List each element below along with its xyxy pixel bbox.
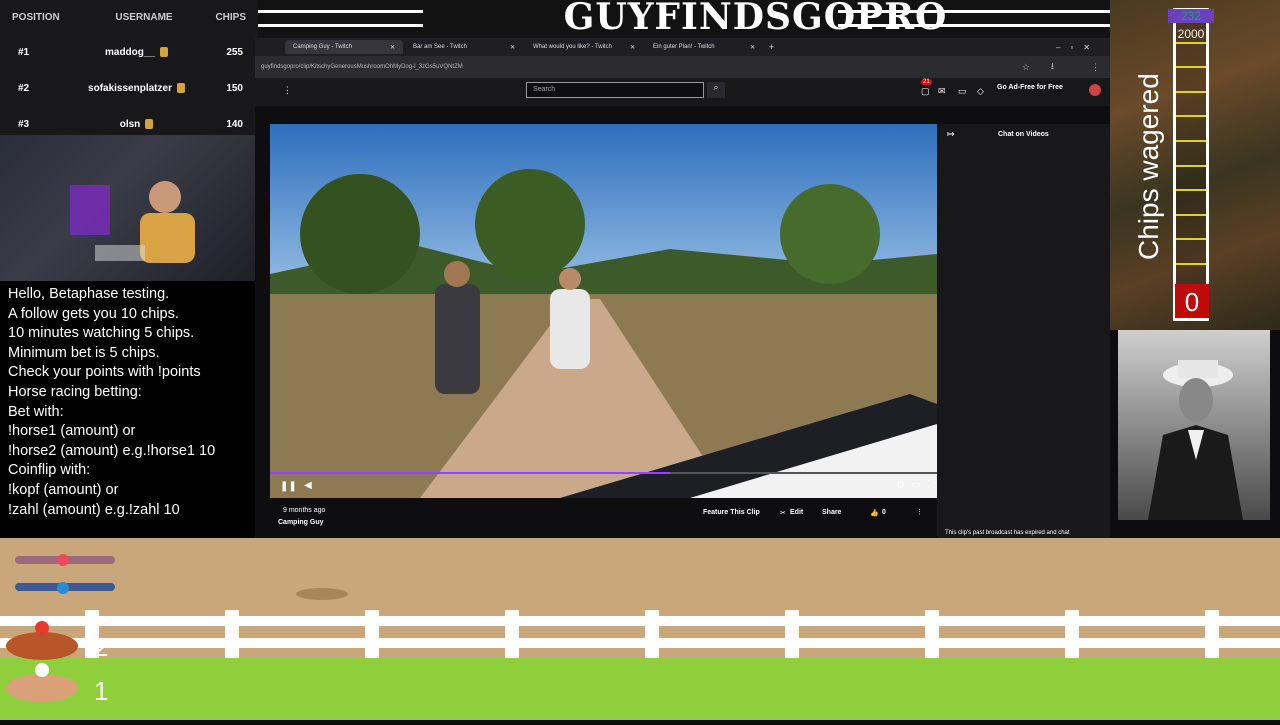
volume-icon[interactable]: ◀ (304, 480, 312, 491)
crown-icon[interactable]: ◇ (977, 86, 984, 97)
download-icon[interactable]: ⭳ (1051, 59, 1054, 75)
stream-banner: GUYFINDSGOPRO (258, 0, 1253, 40)
row-username: sofakissenplatzer (88, 82, 172, 94)
tab-bar-am-see[interactable]: Bar am See - Twitch ✕ (405, 40, 523, 54)
whispers-icon[interactable]: ▭ (958, 86, 967, 97)
leaderboard-row: #1 maddog__ 255 (0, 34, 258, 70)
tab-ein-guter-plan[interactable]: Ein guter Plan! - Twitch ✕ (645, 40, 763, 54)
tab-camping-guy[interactable]: Camping Guy - Twitch ✕ (285, 40, 403, 54)
fullscreen-icon[interactable]: ⛶ (928, 480, 935, 491)
notifications-icon[interactable]: ▢ (921, 86, 930, 97)
clip-info: 9 months ago Camping Guy Feature This Cl… (270, 503, 937, 538)
close-icon[interactable]: ✕ (750, 44, 755, 51)
edit-button[interactable]: Edit (790, 509, 803, 516)
streamer-webcam (0, 135, 262, 281)
search-input[interactable]: Search (526, 82, 704, 98)
tab-label: What would you like? - Twitch (533, 44, 612, 50)
race-scene (0, 554, 1280, 720)
tab-label: Camping Guy - Twitch (293, 44, 352, 50)
wager-current-value: 0 (1175, 284, 1209, 318)
search-icon[interactable]: ⌕ (707, 82, 725, 98)
row-username: olsn (119, 118, 141, 130)
like-count: 0 (882, 509, 886, 516)
more-icon[interactable]: ⋮ (283, 85, 292, 96)
address-bar[interactable]: guyfindsgopro/clip/KitschyGenerousMushro… (255, 56, 1110, 78)
wager-max-value: 2000 (1177, 27, 1205, 41)
clip-age: 9 months ago (283, 507, 326, 514)
row-position: #3 (18, 118, 30, 130)
edit-icon[interactable]: ✂ (780, 509, 786, 517)
medal-icon (160, 46, 168, 57)
header-position: POSITION (12, 11, 60, 23)
chips-leaderboard: POSITION USERNAME CHIPS #1 maddog__ 255 … (0, 0, 258, 135)
video-progress-bar[interactable] (270, 472, 937, 474)
webcam-scene (70, 181, 195, 263)
url-text: guyfindsgopro/clip/KitschyGenerousMushro… (261, 64, 463, 70)
channel-title: GUYFINDSGOPRO (563, 0, 948, 38)
header-username: USERNAME (115, 11, 173, 23)
tab-what-would-you-like[interactable]: What would you like? - Twitch ✕ (525, 40, 643, 54)
close-icon[interactable]: ✕ (510, 44, 515, 51)
clip-title[interactable]: Camping Guy (278, 519, 324, 526)
header-chips: CHIPS (215, 11, 246, 23)
window-controls[interactable]: –▫✕ (1056, 43, 1100, 52)
video-controls: ❚❚ ◀ ⚙ ▭ ⛶ (270, 472, 937, 499)
ad-free-button[interactable]: Go Ad-Free for Free (997, 84, 1063, 91)
tab-bar: Camping Guy - Twitch ✕ Bar am See - Twitc… (255, 38, 1110, 56)
tab-partial[interactable] (255, 40, 283, 54)
medal-icon (176, 82, 185, 93)
chat-label: Chat on Videos (998, 131, 1049, 138)
medal-icon (145, 118, 154, 129)
more-options-icon[interactable]: ⋮ (916, 508, 923, 516)
wager-meter (1173, 8, 1209, 321)
menu-icon[interactable]: ⋮ (1091, 62, 1100, 73)
feature-clip-button[interactable]: Feature This Clip (703, 509, 760, 516)
gangster-portrait (1118, 330, 1270, 520)
video-frame (270, 124, 937, 498)
like-icon[interactable]: 👍 (870, 509, 879, 517)
row-position: #2 (18, 82, 30, 94)
lane-2-label: 2 (94, 632, 109, 662)
close-icon[interactable]: ✕ (630, 44, 635, 51)
row-chips: 255 (226, 46, 243, 58)
row-chips: 150 (226, 82, 243, 94)
pause-icon[interactable]: ❚❚ (280, 481, 297, 492)
row-position: #1 (18, 46, 30, 58)
chat-panel: ↦ Chat on Videos This clip's past broadc… (937, 124, 1110, 538)
notification-badge: 21 (921, 79, 932, 85)
chat-expired-note: This clip's past broadcast has expired a… (945, 530, 1070, 536)
avatar[interactable] (1089, 84, 1101, 96)
tab-label: Bar am See - Twitch (413, 44, 467, 50)
close-icon[interactable]: ✕ (390, 44, 395, 51)
twitch-topbar: ⋮ Search ⌕ 21 ▢ ✉ ▭ ◇ Go Ad-Free for Fre… (255, 78, 1110, 106)
wager-top-value: 232 (1168, 9, 1214, 23)
tab-label: Ein guter Plan! - Twitch (653, 44, 715, 50)
new-tab-icon[interactable]: + (769, 42, 774, 52)
inbox-icon[interactable]: ✉ (938, 86, 946, 97)
browser-window: Camping Guy - Twitch ✕ Bar am See - Twitc… (255, 38, 1110, 538)
bookmark-star-icon[interactable]: ☆ (1022, 62, 1030, 73)
betting-instructions: Hello, Betaphase testing. A follow gets … (0, 281, 262, 538)
row-chips: 140 (226, 118, 243, 130)
lane-1-label: 1 (94, 676, 109, 706)
leaderboard-row: #2 sofakissenplatzer 150 (0, 70, 258, 106)
share-button[interactable]: Share (822, 509, 841, 516)
row-username: maddog__ (104, 46, 155, 58)
horse-race-track: 2 1 (0, 538, 1280, 720)
chips-wagered-label: Chips wagered (1133, 73, 1164, 260)
settings-icon[interactable]: ⚙ (896, 480, 905, 491)
clip-video-player[interactable] (270, 124, 937, 498)
collapse-icon[interactable]: ↦ (947, 129, 955, 140)
theatre-icon[interactable]: ▭ (912, 480, 921, 491)
portrait-figure (1148, 360, 1243, 520)
